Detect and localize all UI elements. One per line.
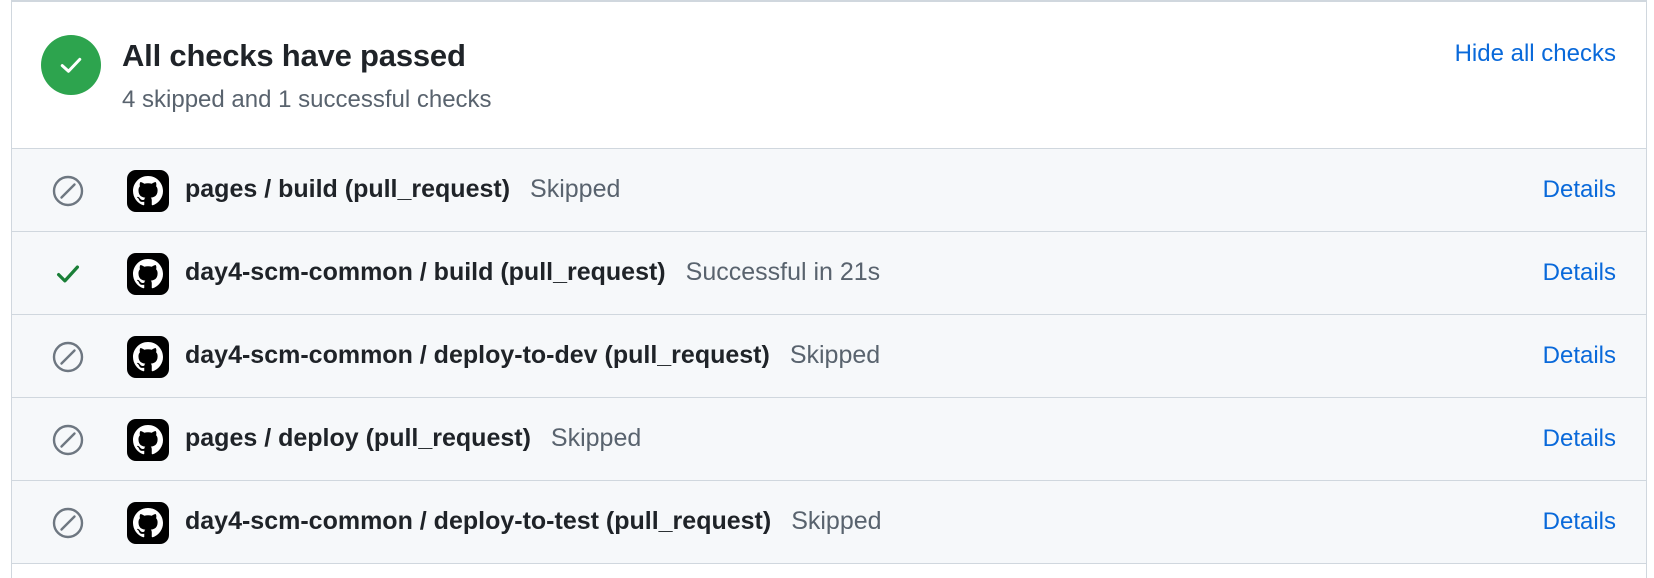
check-name: pages / build (pull_request) xyxy=(185,175,511,203)
details-link[interactable]: Details xyxy=(1543,425,1616,453)
check-name: day4-scm-common / deploy-to-dev (pull_re… xyxy=(185,341,770,369)
github-icon xyxy=(127,253,169,295)
check-row: day4-scm-common / build (pull_request) Su… xyxy=(12,232,1646,315)
details-link[interactable]: Details xyxy=(1543,259,1616,287)
github-icon xyxy=(127,502,169,544)
check-row: day4-scm-common / deploy-to-dev (pull_re… xyxy=(12,315,1646,398)
check-circle-icon xyxy=(41,35,101,95)
check-name: pages / deploy (pull_request) xyxy=(185,424,531,452)
check-row: pages / deploy (pull_request) Skipped Det… xyxy=(12,398,1646,481)
check-row: day4-scm-common / deploy-to-test (pull_r… xyxy=(12,481,1646,564)
skip-icon xyxy=(50,173,86,209)
github-icon xyxy=(127,419,169,461)
skip-icon xyxy=(50,505,86,541)
github-icon xyxy=(127,336,169,378)
details-link[interactable]: Details xyxy=(1543,508,1616,536)
checks-summary-header: All checks have passed 4 skipped and 1 s… xyxy=(12,2,1646,149)
hide-all-checks-link[interactable]: Hide all checks xyxy=(1455,40,1616,68)
details-link[interactable]: Details xyxy=(1543,342,1616,370)
skip-icon xyxy=(50,339,86,375)
checks-list: pages / build (pull_request) Skipped Deta… xyxy=(12,149,1646,564)
checks-summary-title: All checks have passed xyxy=(122,38,466,73)
check-result: Skipped xyxy=(791,507,882,535)
check-row: pages / build (pull_request) Skipped Deta… xyxy=(12,149,1646,232)
skip-icon xyxy=(50,422,86,458)
check-name: day4-scm-common / build (pull_request) xyxy=(185,258,666,286)
check-result: Skipped xyxy=(550,424,642,452)
check-result: Skipped xyxy=(530,175,621,203)
check-result: Skipped xyxy=(789,341,881,369)
details-link[interactable]: Details xyxy=(1543,176,1616,204)
checks-summary-subtitle: 4 skipped and 1 successful checks xyxy=(122,86,492,113)
check-name: day4-scm-common / deploy-to-test (pull_r… xyxy=(185,507,772,535)
check-icon xyxy=(50,256,86,292)
check-result: Successful in 21s xyxy=(685,258,881,286)
checks-panel: All checks have passed 4 skipped and 1 s… xyxy=(11,0,1647,578)
github-icon xyxy=(127,170,169,212)
